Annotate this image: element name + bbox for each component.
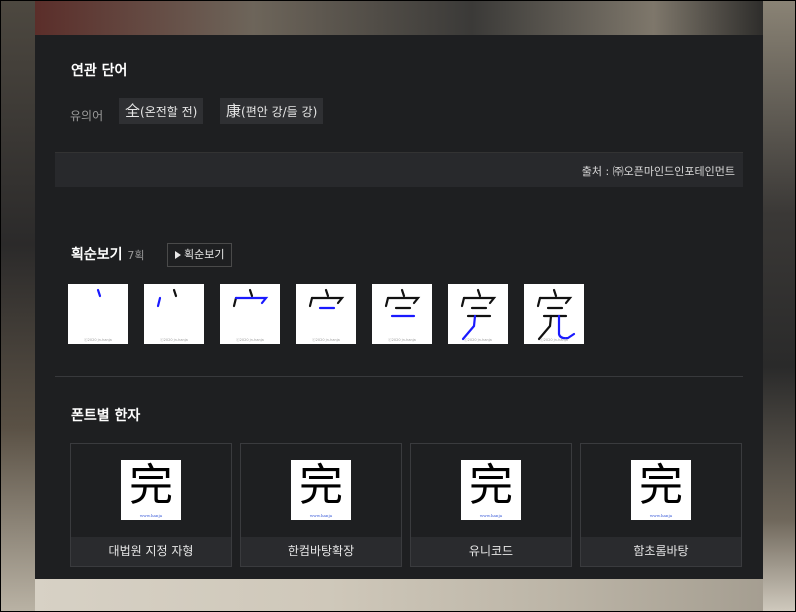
font-name: 대법원 지정 자형 <box>71 537 231 566</box>
synonym-reading: (편안 강/들 강) <box>241 105 318 119</box>
stroke-step-3: ⓒ2020 jn-hanja <box>220 284 280 344</box>
font-glyph-image: 完 www.hanja <box>461 460 521 520</box>
related-words-title: 연관 단어 <box>71 63 128 79</box>
source-text: 출처 : ㈜오픈마인드인포테인먼트 <box>581 165 735 178</box>
source-bar: 출처 : ㈜오픈마인드인포테인먼트 <box>55 152 743 187</box>
stroke-watermark: ⓒ2020 jn-hanja <box>312 337 340 342</box>
font-glyph-image: 完 www.hanja <box>291 460 351 520</box>
glyph-watermark: www.hanja <box>649 513 673 518</box>
synonym-chip-gang[interactable]: 康(편안 강/들 강) <box>220 98 324 124</box>
stroke-step-2: ⓒ2020 jn-hanja <box>144 284 204 344</box>
font-glyph: 完 <box>299 460 343 511</box>
stroke-watermark: ⓒ2020 jn-hanja <box>540 337 568 342</box>
font-glyph-image: 完 www.hanja <box>631 460 691 520</box>
glyph-watermark: www.hanja <box>479 513 503 518</box>
font-glyph-image: 完 www.hanja <box>121 460 181 520</box>
font-card[interactable]: 完 www.hanja 한컴바탕확장 <box>240 443 402 567</box>
glyph-watermark: www.hanja <box>309 513 333 518</box>
synonym-chip-jeon[interactable]: 全(온전할 전) <box>119 98 204 124</box>
synonym-hanja: 康 <box>226 102 242 120</box>
font-name: 한컴바탕확장 <box>241 537 401 566</box>
hanja-detail-panel: 연관 단어 유의어 全(온전할 전) 康(편안 강/들 강) 출처 : ㈜오픈마… <box>35 35 763 579</box>
stroke-watermark: ⓒ2020 jn-hanja <box>464 337 492 342</box>
font-hanja-title: 폰트별 한자 <box>71 408 141 424</box>
font-name: 함초롬바탕 <box>581 537 741 566</box>
font-name: 유니코드 <box>411 537 571 566</box>
font-card[interactable]: 完 www.hanja 함초롬바탕 <box>580 443 742 567</box>
font-card[interactable]: 完 www.hanja 유니코드 <box>410 443 572 567</box>
stroke-watermark: ⓒ2020 jn-hanja <box>84 337 112 342</box>
stroke-step-5: ⓒ2020 jn-hanja <box>372 284 432 344</box>
synonym-reading: (온전할 전) <box>140 105 198 119</box>
font-glyph: 完 <box>129 460 173 511</box>
section-divider <box>55 376 743 377</box>
stroke-count: 7획 <box>127 249 145 262</box>
stroke-watermark: ⓒ2020 jn-hanja <box>236 337 264 342</box>
stroke-animation-button[interactable]: 획순보기 <box>167 243 233 267</box>
stroke-order-title: 획순보기 <box>71 247 123 263</box>
stroke-watermark: ⓒ2020 jn-hanja <box>388 337 416 342</box>
synonym-label: 유의어 <box>70 109 104 123</box>
stroke-step-6: ⓒ2020 jn-hanja <box>448 284 508 344</box>
stroke-step-7: ⓒ2020 jn-hanja <box>524 284 584 344</box>
stroke-watermark: ⓒ2020 jn-hanja <box>160 337 188 342</box>
play-icon <box>175 251 181 259</box>
font-card[interactable]: 完 www.hanja 대법원 지정 자형 <box>70 443 232 567</box>
stroke-order-heading: 획순보기 7획 <box>71 244 145 264</box>
stroke-button-label: 획순보기 <box>184 248 225 261</box>
stroke-step-4: ⓒ2020 jn-hanja <box>296 284 356 344</box>
stroke-step-1: ⓒ2020 jn-hanja <box>68 284 128 344</box>
screenshot-frame: 연관 단어 유의어 全(온전할 전) 康(편안 강/들 강) 출처 : ㈜오픈마… <box>0 0 796 612</box>
synonym-hanja: 全 <box>125 102 141 120</box>
glyph-watermark: www.hanja <box>139 513 163 518</box>
font-glyph: 完 <box>639 460 683 511</box>
font-glyph: 完 <box>469 460 513 511</box>
